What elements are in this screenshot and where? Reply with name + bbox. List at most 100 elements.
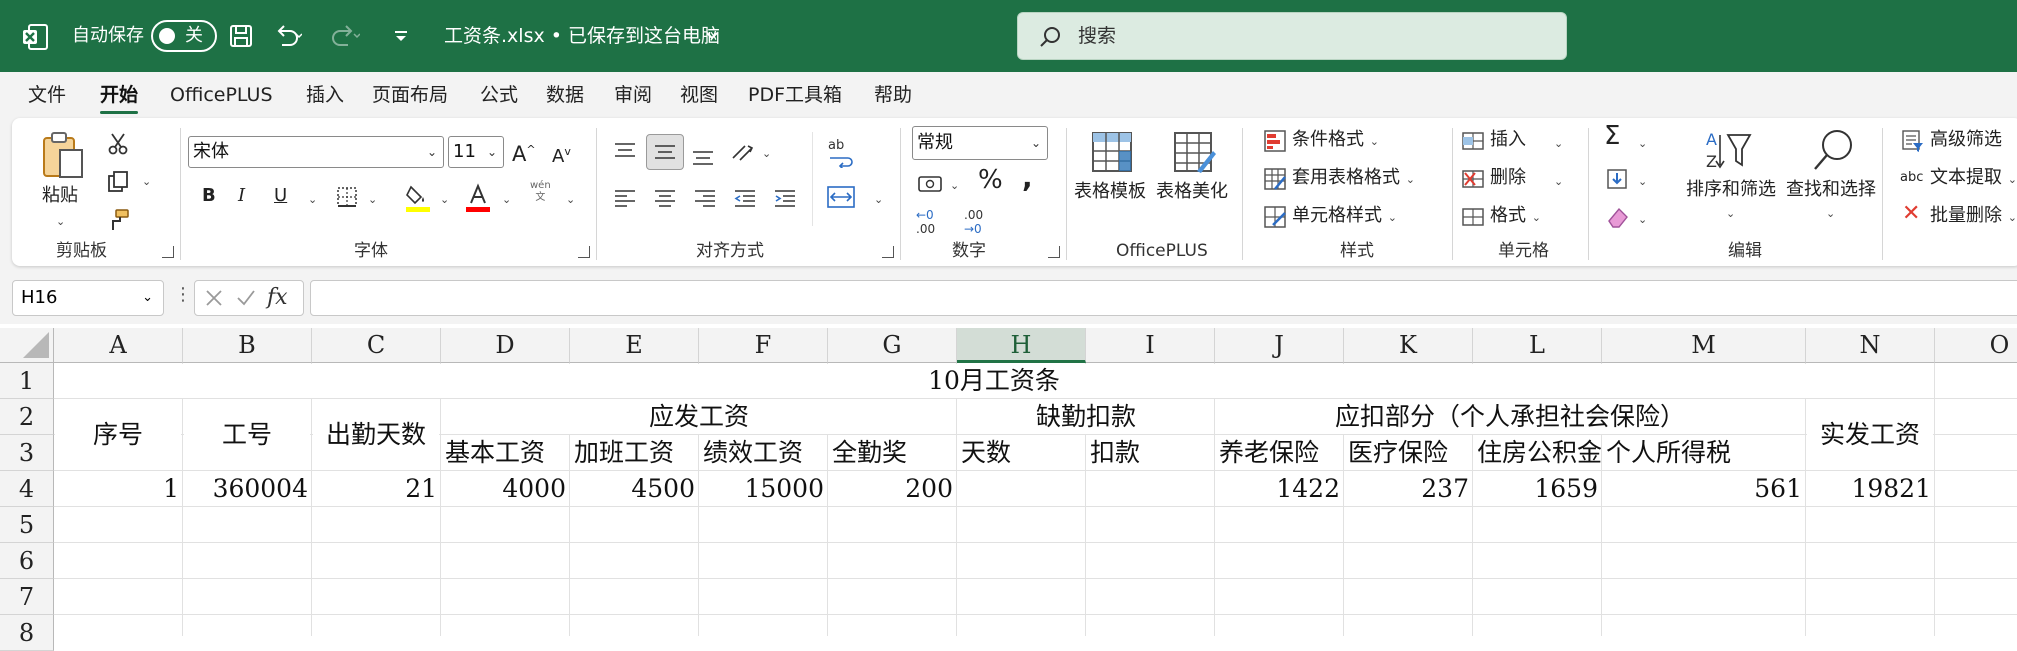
insert-cells-icon[interactable]	[1460, 128, 1486, 154]
insert-dropdown-icon[interactable]: ⌄	[1554, 132, 1563, 156]
insert-cells-label[interactable]: 插入	[1490, 128, 1526, 152]
table-beautify-icon[interactable]	[1172, 128, 1218, 176]
header-absence[interactable]: 缺勤扣款	[958, 399, 1214, 435]
advanced-filter-icon[interactable]	[1900, 128, 1926, 154]
name-box[interactable]: H16 ⌄	[12, 280, 164, 316]
comma-style-icon[interactable]: ,	[1022, 164, 1033, 192]
batch-delete-icon[interactable]: ✕	[1902, 202, 1920, 226]
column-header-g[interactable]: G	[828, 328, 957, 363]
cancel-icon[interactable]	[203, 287, 225, 313]
autosum-dropdown-icon[interactable]: ⌄	[1638, 132, 1647, 156]
tab-view[interactable]: 视图	[680, 82, 718, 108]
delete-dropdown-icon[interactable]: ⌄	[1554, 170, 1563, 194]
row-header-7[interactable]: 7	[0, 579, 54, 615]
row-header-3[interactable]: 3	[0, 435, 54, 471]
clear-dropdown-icon[interactable]: ⌄	[1638, 208, 1647, 232]
number-format-select[interactable]: 常规 ⌄	[912, 126, 1048, 160]
table-template-label[interactable]: 表格模板	[1074, 180, 1146, 204]
increase-decimal-icon[interactable]: ←0 .00	[916, 206, 950, 238]
format-cells-label[interactable]: 格式 ⌄	[1490, 204, 1541, 230]
cell-emp-id[interactable]: 360004	[183, 471, 312, 507]
number-launcher-icon[interactable]	[1048, 246, 1060, 258]
header-net-pay[interactable]: 实发工资	[1807, 399, 1933, 470]
chevron-down-icon[interactable]	[704, 24, 720, 52]
payslip-title[interactable]: 10月工资条	[55, 363, 1933, 399]
row-header-6[interactable]: 6	[0, 543, 54, 579]
tab-insert[interactable]: 插入	[306, 82, 344, 108]
paste-label[interactable]: 粘贴	[42, 184, 78, 208]
row-header-8[interactable]: 8	[0, 615, 54, 651]
font-color-icon[interactable]	[464, 182, 492, 214]
font-name-select[interactable]: 宋体 ⌄	[188, 136, 444, 168]
search-box[interactable]: 搜索	[1017, 12, 1567, 60]
align-top-icon[interactable]	[610, 138, 640, 166]
phonetic-dropdown-icon[interactable]: ⌄	[566, 188, 575, 212]
paste-icon[interactable]	[38, 130, 88, 180]
cell-styles-icon[interactable]	[1262, 204, 1288, 230]
column-header-j[interactable]: J	[1215, 328, 1344, 363]
decrease-font-icon[interactable]: Av	[552, 140, 571, 169]
tab-review[interactable]: 审阅	[614, 82, 652, 108]
worksheet-grid[interactable]: A B C D E F G H I J K L M N O 1 2 3 4 5 …	[0, 328, 2017, 651]
column-header-d[interactable]: D	[441, 328, 570, 363]
conditional-format-label[interactable]: 条件格式 ⌄	[1292, 128, 1379, 154]
underline-dropdown-icon[interactable]: ⌄	[308, 188, 317, 212]
tab-home[interactable]: 开始	[100, 82, 139, 114]
autosave-toggle[interactable]: 关	[151, 20, 217, 52]
header-base-pay[interactable]: 基本工资	[441, 435, 570, 471]
clear-icon[interactable]	[1604, 204, 1630, 230]
enter-icon[interactable]	[235, 287, 257, 313]
bold-icon[interactable]: B	[202, 184, 216, 208]
select-all-button[interactable]	[0, 328, 54, 363]
copy-dropdown-icon[interactable]: ⌄	[142, 170, 151, 194]
save-icon[interactable]	[228, 22, 254, 50]
align-right-icon[interactable]	[690, 184, 720, 212]
tab-help[interactable]: 帮助	[874, 82, 912, 108]
table-template-icon[interactable]	[1090, 128, 1134, 176]
accounting-dropdown-icon[interactable]: ⌄	[950, 174, 959, 198]
customize-qat-icon[interactable]	[392, 22, 410, 50]
align-left-icon[interactable]	[610, 184, 640, 212]
format-as-table-label[interactable]: 套用表格格式 ⌄	[1292, 166, 1415, 192]
header-full-attendance[interactable]: 全勤奖	[828, 435, 957, 471]
borders-icon[interactable]	[334, 184, 360, 210]
wrap-text-icon[interactable]: ab	[824, 134, 858, 170]
text-extract-icon[interactable]: abc	[1900, 166, 1923, 190]
undo-icon[interactable]	[272, 22, 302, 50]
sort-filter-dropdown-icon[interactable]: ⌄	[1726, 202, 1735, 226]
delete-cells-label[interactable]: 删除	[1490, 166, 1526, 190]
orientation-icon[interactable]	[728, 138, 758, 166]
fill-dropdown-icon[interactable]: ⌄	[1638, 170, 1647, 194]
header-performance[interactable]: 绩效工资	[699, 435, 828, 471]
header-income-tax[interactable]: 个人所得税	[1602, 435, 1806, 471]
borders-dropdown-icon[interactable]: ⌄	[368, 188, 377, 212]
column-header-h[interactable]: H	[957, 328, 1086, 363]
formula-input[interactable]	[310, 280, 2017, 316]
cell-income-tax[interactable]: 561	[1602, 471, 1806, 507]
cell-housing-fund[interactable]: 1659	[1473, 471, 1602, 507]
fill-icon[interactable]	[1604, 166, 1630, 192]
text-extract-label[interactable]: 文本提取 ⌄	[1930, 166, 2017, 192]
column-header-i[interactable]: I	[1086, 328, 1215, 363]
tab-page-layout[interactable]: 页面布局	[372, 82, 448, 108]
column-header-m[interactable]: M	[1602, 328, 1806, 363]
column-header-b[interactable]: B	[183, 328, 312, 363]
align-center-icon[interactable]	[650, 184, 680, 212]
cell-base-pay[interactable]: 4000	[441, 471, 570, 507]
percent-icon[interactable]: %	[978, 167, 1003, 193]
row-header-5[interactable]: 5	[0, 507, 54, 543]
fill-color-icon[interactable]	[404, 182, 432, 214]
header-emp-id[interactable]: 工号	[184, 399, 310, 470]
tab-data[interactable]: 数据	[546, 82, 584, 108]
header-deduct[interactable]: 扣款	[1086, 435, 1215, 471]
align-middle-icon[interactable]	[646, 134, 684, 170]
sort-filter-label[interactable]: 排序和筛选	[1686, 178, 1776, 202]
column-header-l[interactable]: L	[1473, 328, 1602, 363]
sort-filter-icon[interactable]: AZ	[1704, 126, 1754, 174]
header-days[interactable]: 天数	[957, 435, 1086, 471]
italic-icon[interactable]: I	[238, 184, 245, 208]
redo-icon[interactable]	[330, 22, 360, 50]
cell-medical[interactable]: 237	[1344, 471, 1473, 507]
clipboard-launcher-icon[interactable]	[162, 246, 174, 258]
paste-dropdown-icon[interactable]: ⌄	[56, 210, 65, 234]
